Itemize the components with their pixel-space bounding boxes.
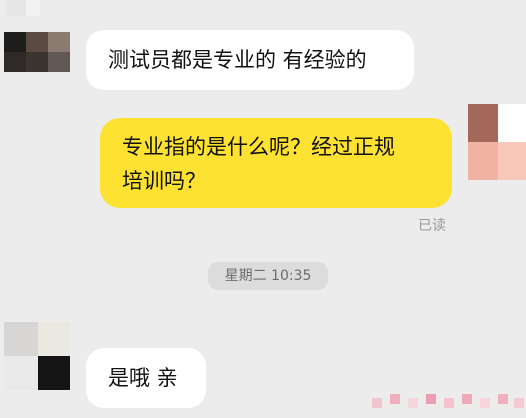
pixel-noise (372, 392, 526, 418)
read-receipt: 已读 (418, 218, 446, 234)
message-text-line1: 专业指的是什么呢？经过正规 (122, 135, 395, 159)
contact-avatar[interactable] (4, 32, 70, 72)
contact-avatar-2[interactable] (4, 322, 70, 390)
timestamp-pill: 星期二 10:35 (208, 262, 328, 290)
self-avatar[interactable] (468, 104, 526, 180)
message-text-line2: 培训吗？ (122, 169, 206, 193)
timestamp-text: 星期二 10:35 (224, 268, 312, 284)
message-bubble-incoming[interactable]: 是哦 亲 (86, 348, 206, 408)
chat-screen: { "messages": [ {"sender": "contact", "t… (0, 0, 526, 418)
message-bubble-outgoing[interactable]: 专业指的是什么呢？经过正规 培训吗？ (100, 118, 452, 208)
message-bubble-incoming[interactable]: 测试员都是专业的 有经验的 (86, 30, 414, 90)
message-text: 测试员都是专业的 有经验的 (108, 48, 367, 72)
message-text: 是哦 亲 (108, 366, 178, 390)
avatar-top-partial[interactable] (0, 0, 80, 24)
